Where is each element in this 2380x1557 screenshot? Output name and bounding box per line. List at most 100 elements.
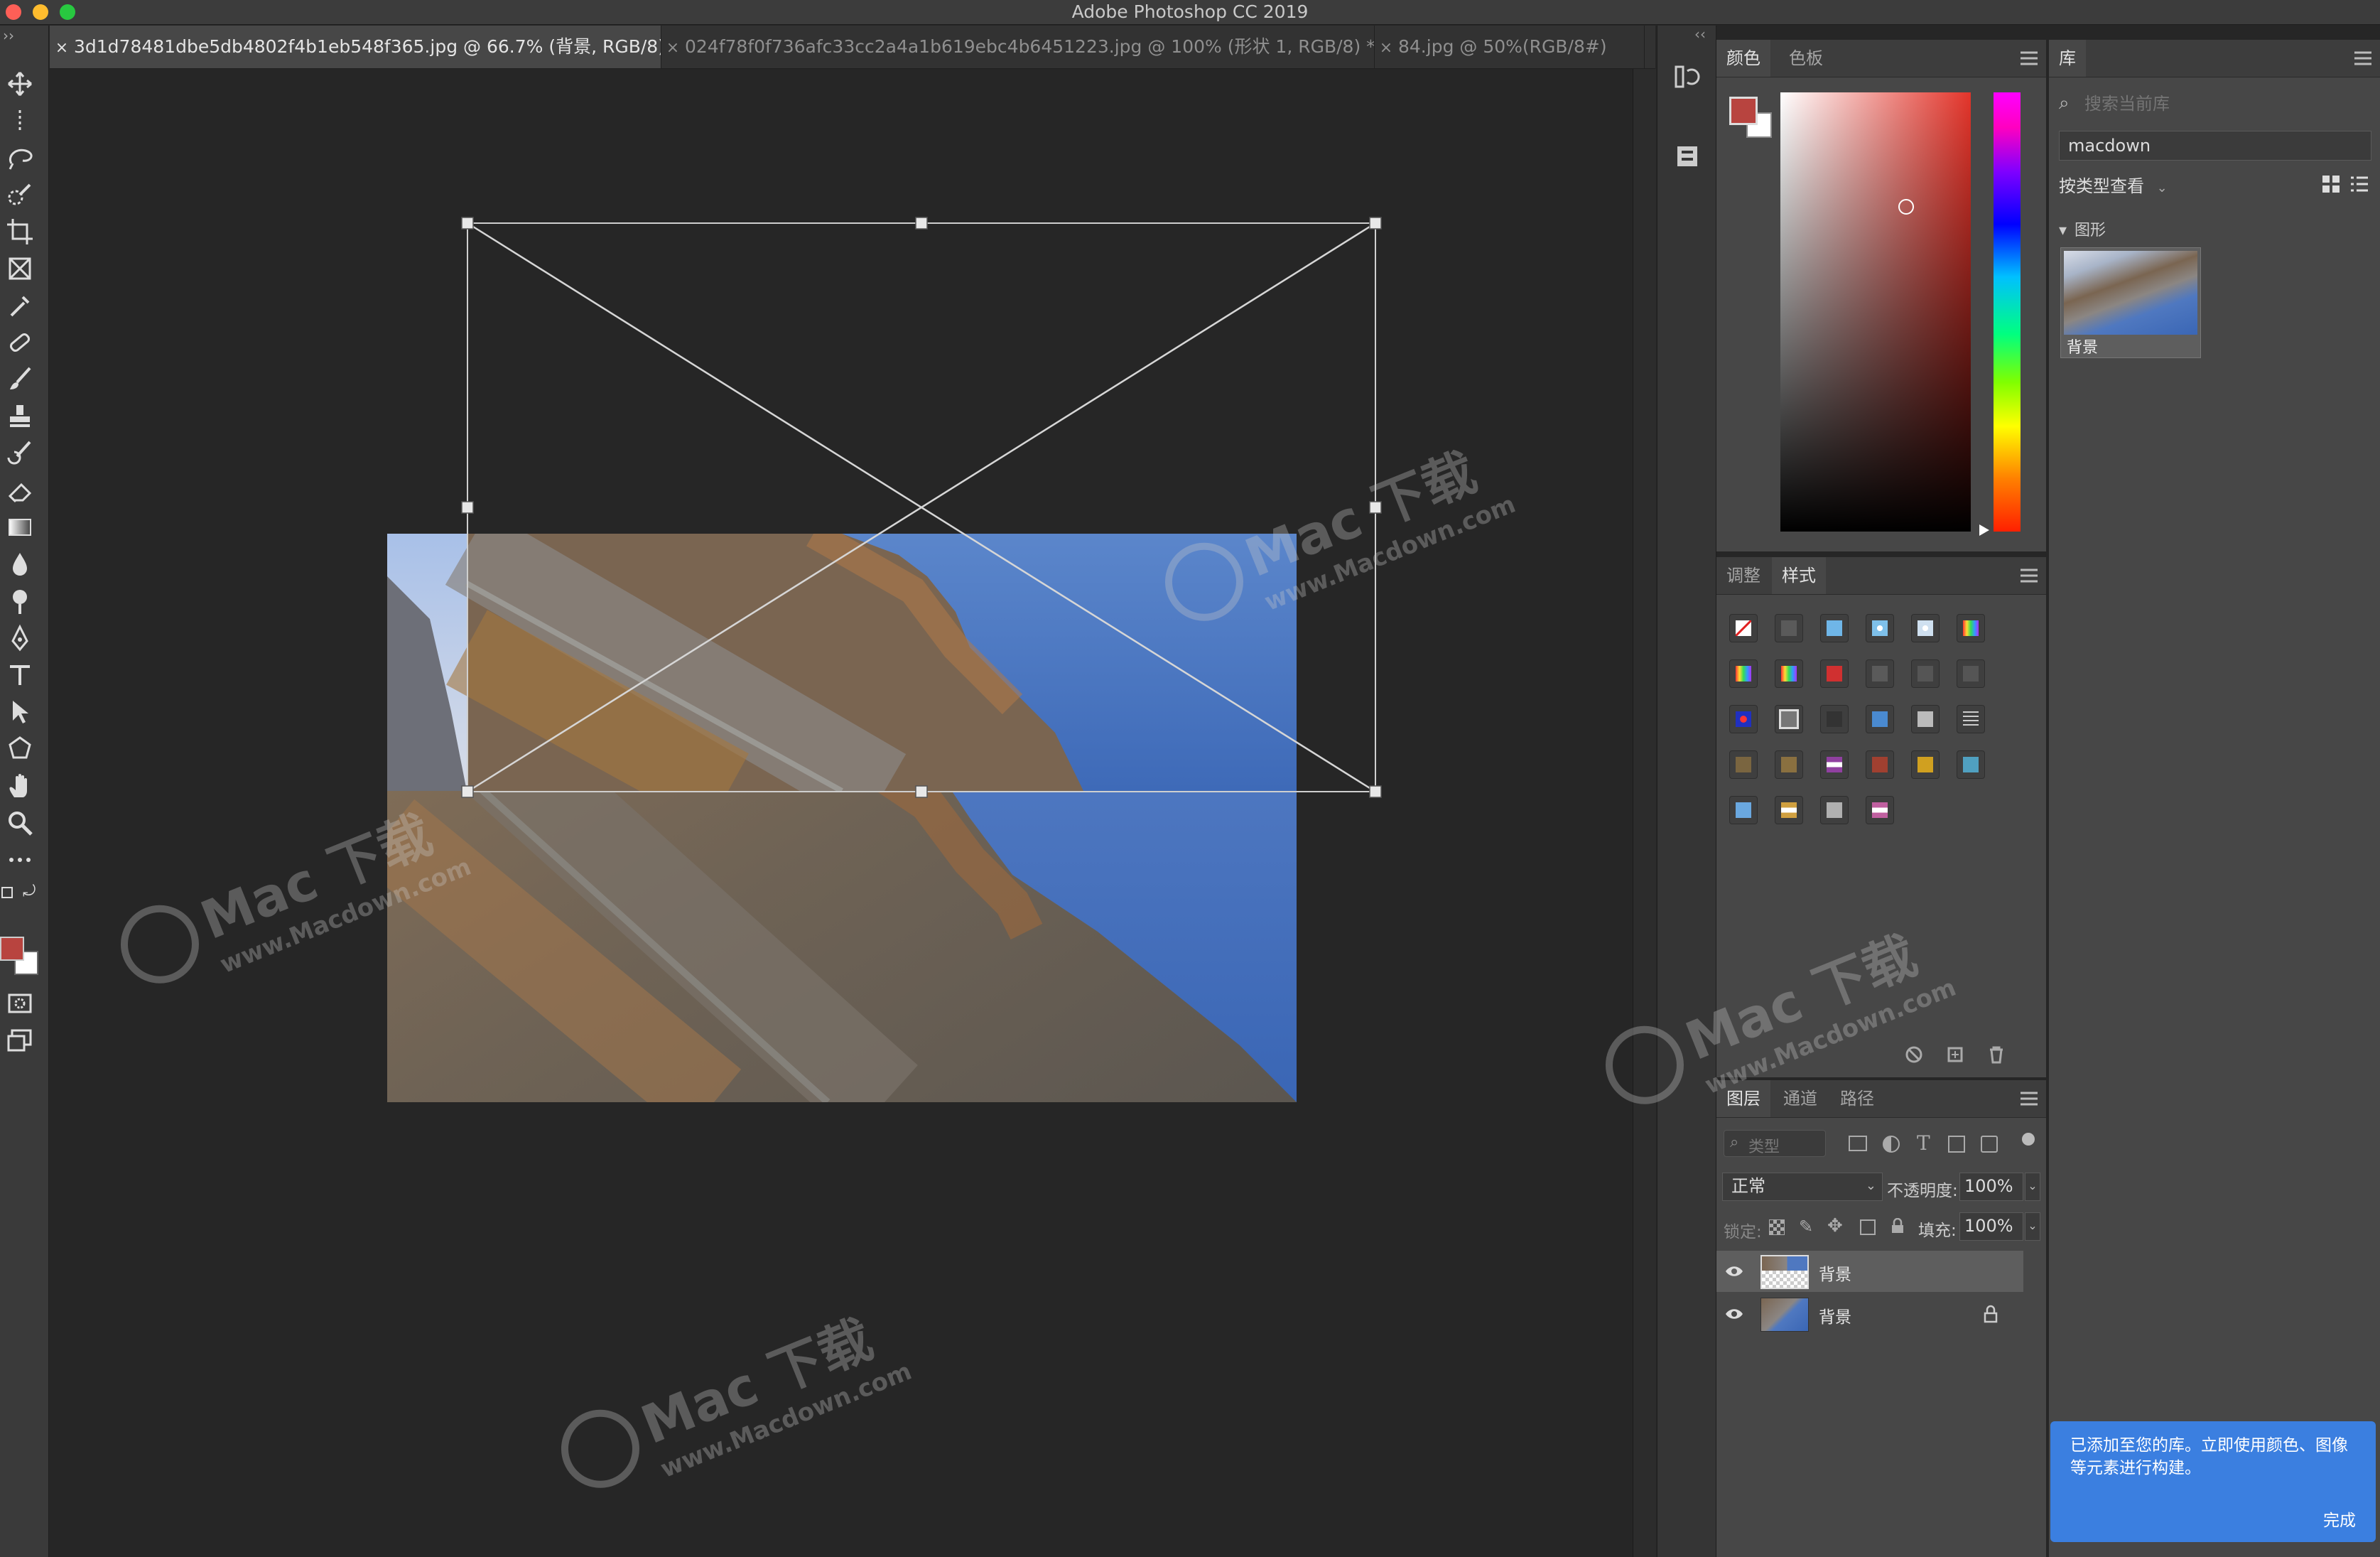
style-preset[interactable] — [1775, 750, 1803, 779]
collapse-toolbar-icon[interactable]: ›› — [3, 27, 14, 44]
tab-close-icon[interactable]: × — [1374, 27, 1398, 68]
quick-select-tool-icon[interactable] — [6, 181, 34, 209]
move-tool-icon[interactable] — [6, 70, 34, 98]
opacity-field[interactable]: 100% — [1959, 1173, 2023, 1201]
layer-name[interactable]: 背景 — [1819, 1303, 1851, 1327]
path-select-tool-icon[interactable] — [6, 698, 34, 726]
tab-document-2[interactable]: × 024f78f0f736afc33cc2a4a1b619ebc4b645122… — [661, 26, 1375, 68]
tab-color[interactable]: 颜色 — [1716, 40, 1770, 77]
tab-styles[interactable]: 样式 — [1772, 557, 1826, 594]
delete-style-icon[interactable] — [1986, 1045, 2006, 1065]
filter-type-icon[interactable]: T — [1917, 1131, 1930, 1155]
swap-colors-icon[interactable]: ⤾ — [23, 883, 36, 900]
grid-view-icon[interactable] — [2322, 175, 2340, 193]
lasso-tool-icon[interactable] — [6, 144, 34, 172]
style-preset[interactable] — [1775, 659, 1803, 688]
filter-toggle-icon[interactable] — [2022, 1133, 2035, 1146]
tab-close-icon[interactable]: × — [50, 27, 74, 68]
lock-artboard-icon[interactable] — [1860, 1219, 1876, 1235]
tab-channels[interactable]: 通道 — [1773, 1080, 1827, 1117]
type-tool-icon[interactable] — [6, 661, 34, 689]
dodge-tool-icon[interactable] — [6, 587, 34, 615]
pen-tool-icon[interactable] — [6, 624, 34, 652]
brush-tool-icon[interactable] — [6, 365, 34, 394]
style-preset[interactable] — [1775, 705, 1803, 733]
style-preset[interactable] — [1729, 614, 1758, 642]
toast-done-button[interactable]: 完成 — [2323, 1507, 2356, 1531]
filter-pixel-icon[interactable] — [1849, 1136, 1867, 1151]
quick-mask-icon[interactable] — [6, 989, 34, 1018]
hand-tool-icon[interactable] — [6, 772, 34, 800]
blend-mode-select[interactable]: 正常 ⌄ — [1722, 1173, 1883, 1201]
style-preset[interactable] — [1775, 614, 1803, 642]
opacity-dropdown-icon[interactable]: ⌄ — [2025, 1173, 2040, 1201]
blur-tool-icon[interactable] — [6, 550, 34, 578]
foreground-color-swatch[interactable] — [0, 937, 24, 961]
library-search-input[interactable] — [2077, 90, 2369, 118]
default-colors-icon[interactable] — [1, 887, 13, 898]
healing-brush-tool-icon[interactable] — [6, 328, 34, 357]
panel-menu-icon[interactable] — [2353, 50, 2373, 67]
layer-thumbnail[interactable] — [1760, 1255, 1809, 1289]
fill-dropdown-icon[interactable]: ⌄ — [2025, 1212, 2040, 1241]
style-preset[interactable] — [1957, 659, 1985, 688]
hue-slider[interactable] — [1994, 92, 2021, 532]
style-preset[interactable] — [1729, 705, 1758, 733]
style-preset[interactable] — [1911, 659, 1940, 688]
style-preset[interactable] — [1729, 750, 1758, 779]
style-preset[interactable] — [1866, 750, 1894, 779]
tab-document-1[interactable]: × 3d1d78481dbe5db4802f4b1eb548f365.jpg @ … — [50, 26, 661, 68]
style-preset[interactable] — [1866, 659, 1894, 688]
style-preset[interactable] — [1820, 750, 1849, 779]
style-preset[interactable] — [1866, 796, 1894, 824]
canvas-scrollbar[interactable] — [1633, 69, 1656, 1557]
filter-shape-icon[interactable] — [1948, 1136, 1965, 1153]
tab-document-3[interactable]: × 84.jpg @ 50%(RGB/8#) — [1374, 26, 1645, 68]
tab-close-icon[interactable]: × — [661, 27, 685, 68]
lock-transparent-icon[interactable] — [1769, 1219, 1785, 1235]
style-preset[interactable] — [1729, 659, 1758, 688]
style-preset[interactable] — [1820, 705, 1849, 733]
layer-filter-select[interactable]: ⌕ 类型 — [1724, 1130, 1826, 1157]
frame-tool-icon[interactable] — [6, 254, 34, 283]
layer-row[interactable]: 背景 — [1716, 1251, 2023, 1292]
panel-menu-icon[interactable] — [2019, 567, 2039, 584]
style-preset[interactable] — [1729, 796, 1758, 824]
style-preset[interactable] — [1866, 614, 1894, 642]
tab-libraries[interactable]: 库 — [2049, 40, 2086, 77]
section-graphics-toggle[interactable]: ▾ 图形 — [2059, 217, 2106, 240]
eyedropper-tool-icon[interactable] — [6, 291, 34, 320]
clone-stamp-tool-icon[interactable] — [6, 402, 34, 431]
free-transform-box[interactable] — [50, 69, 1633, 1135]
library-item[interactable]: 背景 — [2060, 247, 2201, 358]
history-panel-icon[interactable] — [1673, 63, 1702, 91]
style-preset[interactable] — [1957, 750, 1985, 779]
style-preset[interactable] — [1820, 659, 1849, 688]
visibility-eye-icon[interactable] — [1725, 1262, 1743, 1281]
filter-smart-object-icon[interactable] — [1981, 1136, 1998, 1153]
gradient-tool-icon[interactable] — [6, 513, 34, 542]
lock-position-icon[interactable]: ✥ — [1827, 1215, 1843, 1237]
color-picker-cursor[interactable] — [1898, 199, 1914, 215]
style-preset[interactable] — [1911, 614, 1940, 642]
fill-field[interactable]: 100% — [1959, 1212, 2023, 1241]
eraser-tool-icon[interactable] — [6, 476, 34, 505]
clear-style-icon[interactable] — [1904, 1045, 1924, 1065]
style-preset[interactable] — [1820, 796, 1849, 824]
library-select[interactable]: macdown — [2059, 131, 2371, 161]
saturation-value-field[interactable] — [1780, 92, 1971, 532]
layer-thumbnail[interactable] — [1760, 1298, 1809, 1332]
collapse-strip-icon[interactable]: ‹‹ — [1694, 26, 1706, 43]
style-preset[interactable] — [1820, 614, 1849, 642]
crop-tool-icon[interactable] — [6, 217, 34, 246]
tab-adjustments[interactable]: 调整 — [1716, 557, 1770, 594]
more-tools-icon[interactable] — [6, 846, 34, 874]
panel-menu-icon[interactable] — [2019, 50, 2039, 67]
screen-mode-icon[interactable] — [6, 1026, 34, 1055]
layer-row[interactable]: 背景 — [1716, 1293, 2023, 1335]
panel-menu-icon[interactable] — [2019, 1090, 2039, 1107]
style-preset[interactable] — [1957, 705, 1985, 733]
lock-all-icon[interactable] — [1891, 1217, 1904, 1234]
list-view-icon[interactable] — [2350, 175, 2369, 193]
layer-name[interactable]: 背景 — [1819, 1261, 1851, 1285]
